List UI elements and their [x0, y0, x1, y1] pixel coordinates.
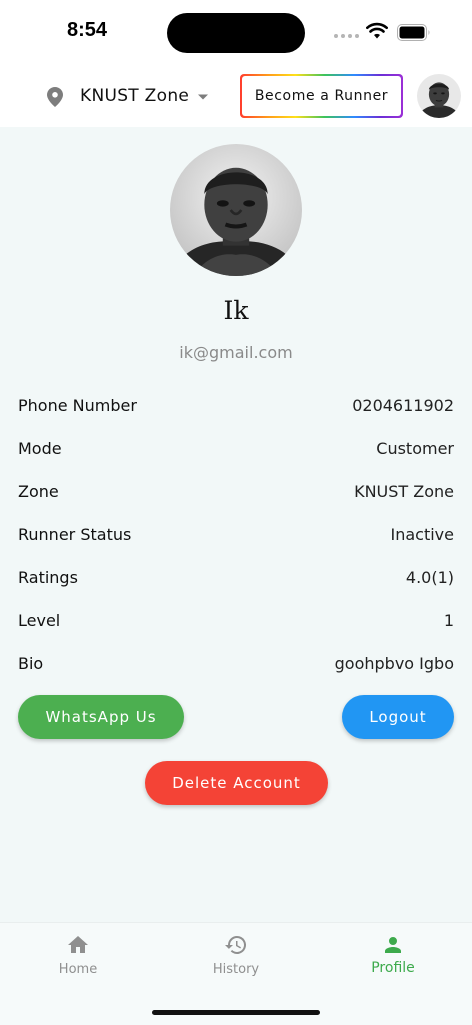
status-bar: 8:54	[0, 0, 472, 64]
detail-row-phone: Phone Number 0204611902	[18, 392, 454, 418]
become-runner-button[interactable]: Become a Runner	[240, 74, 403, 118]
detail-value: 0204611902	[352, 395, 454, 415]
location-pin-icon	[47, 87, 63, 107]
detail-value: 1	[443, 610, 454, 630]
detail-label: Bio	[18, 653, 44, 673]
detail-row-bio: Bio goohpbvo Igbo	[18, 650, 454, 676]
battery-icon	[397, 24, 430, 41]
detail-row-ratings: Ratings 4.0(1)	[18, 564, 454, 590]
nav-item-home[interactable]: Home	[18, 923, 138, 993]
detail-row-mode: Mode Customer	[18, 435, 454, 461]
chevron-down-icon[interactable]	[197, 93, 209, 101]
zone-selector[interactable]: KNUST Zone	[80, 86, 189, 106]
history-icon	[225, 935, 247, 954]
home-indicator	[152, 1010, 320, 1015]
detail-row-runner-status: Runner Status Inactive	[18, 521, 454, 547]
logout-button[interactable]: Logout	[342, 695, 454, 739]
avatar-portrait-icon	[417, 74, 461, 118]
home-icon	[68, 936, 88, 953]
whatsapp-button[interactable]: WhatsApp Us	[18, 695, 184, 739]
profile-email: ik@gmail.com	[179, 343, 293, 362]
detail-row-level: Level 1	[18, 607, 454, 633]
detail-row-zone: Zone KNUST Zone	[18, 478, 454, 504]
detail-label: Zone	[18, 481, 59, 501]
status-time: 8:54	[67, 19, 108, 41]
app-header: KNUST Zone Become a Runner	[0, 64, 472, 127]
delete-account-button[interactable]: Delete Account	[145, 761, 328, 805]
profile-portrait-icon	[170, 144, 302, 276]
nav-label-profile: Profile	[371, 960, 415, 976]
dynamic-island	[167, 13, 305, 53]
detail-label: Level	[18, 610, 61, 630]
detail-value: 4.0(1)	[405, 567, 454, 587]
nav-label-home: Home	[58, 962, 98, 977]
nav-label-history: History	[212, 962, 260, 977]
detail-label: Ratings	[18, 567, 78, 587]
nav-item-history[interactable]: History	[176, 923, 296, 993]
detail-label: Runner Status	[18, 524, 132, 544]
become-runner-label: Become a Runner	[242, 76, 401, 116]
cellular-signal-icon	[334, 34, 360, 40]
person-icon	[385, 937, 401, 953]
nav-item-profile[interactable]: Profile	[333, 923, 453, 993]
wifi-icon	[366, 22, 388, 39]
detail-label: Mode	[18, 438, 62, 458]
header-avatar[interactable]	[417, 74, 461, 118]
profile-name: Ik	[223, 296, 249, 325]
detail-value: Customer	[376, 438, 454, 458]
detail-value: KNUST Zone	[354, 481, 454, 501]
detail-label: Phone Number	[18, 395, 137, 415]
profile-photo[interactable]	[170, 144, 302, 276]
detail-value: Inactive	[390, 524, 455, 544]
detail-value: goohpbvo Igbo	[334, 653, 454, 673]
